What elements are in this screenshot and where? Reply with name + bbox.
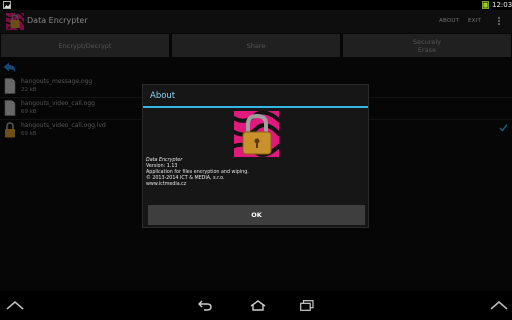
- home-icon[interactable]: [250, 300, 266, 311]
- about-text: Data Encrypter Version: 1.13 Application…: [146, 158, 249, 188]
- dialog-title: About: [150, 91, 176, 101]
- about-dialog: About Data Encrypter Version: 1.13 Appli…: [142, 84, 369, 228]
- keyboard-hide-icon[interactable]: [6, 301, 24, 310]
- battery-icon: [482, 1, 489, 9]
- navigation-bar: [0, 291, 512, 320]
- gallery-notification-icon: [3, 1, 11, 9]
- dialog-title-divider: [143, 106, 368, 108]
- recent-apps-icon[interactable]: [300, 300, 314, 311]
- screenshot-icon[interactable]: [490, 301, 508, 310]
- ok-button[interactable]: OK: [148, 205, 365, 225]
- back-icon[interactable]: [198, 300, 212, 311]
- about-website: www.ictmedia.cz: [146, 182, 187, 187]
- clock: 12:03: [492, 1, 512, 9]
- status-bar: 12:03: [0, 0, 512, 10]
- app-logo-large-icon: [234, 111, 279, 157]
